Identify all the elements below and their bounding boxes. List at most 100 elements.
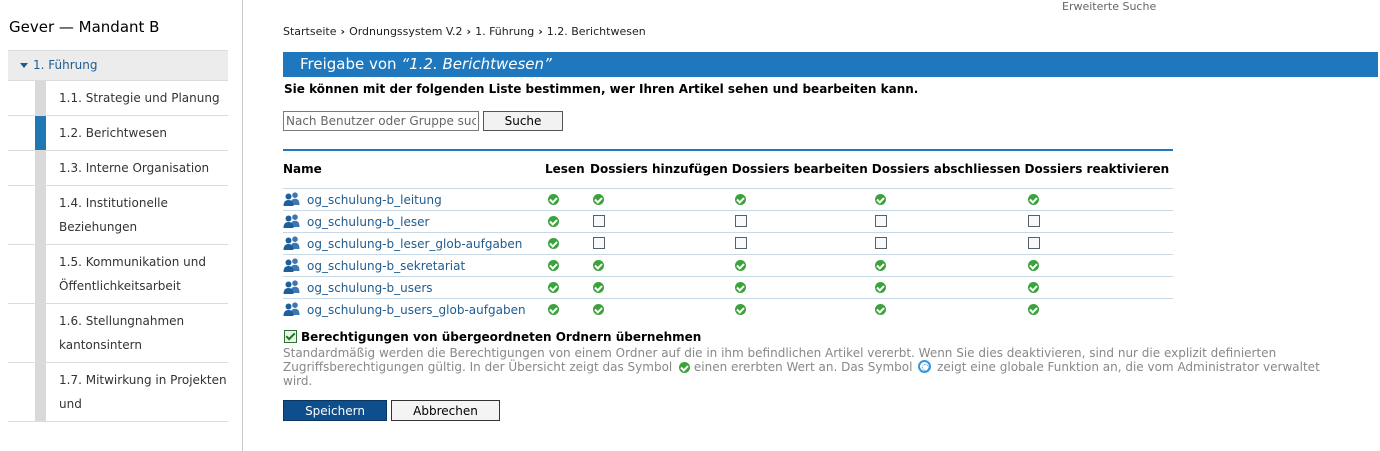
permission-cell-reaktivieren	[1024, 209, 1174, 232]
page-title-item: “1.2. Berichtwesen”	[401, 55, 552, 73]
permission-cell-abschliessen	[871, 253, 1025, 276]
group-name-link[interactable]: og_schulung-b_sekretariat	[307, 259, 465, 273]
permission-cell-reaktivieren	[1024, 187, 1174, 210]
group-name-link[interactable]: og_schulung-b_leitung	[307, 193, 442, 207]
permission-checkbox[interactable]	[593, 215, 605, 227]
nav-indicator	[35, 151, 46, 185]
inherited-check-icon	[1027, 193, 1039, 205]
permission-cell-lesen	[545, 231, 590, 254]
user-group-search-input[interactable]	[283, 111, 479, 131]
nav-item-label: 1.1. Strategie und Planung	[59, 91, 220, 105]
table-row: og_schulung-b_sekretariat	[283, 253, 1174, 276]
permission-cell-hinzufuegen	[590, 275, 732, 298]
breadcrumb-ordnungssystem[interactable]: Ordnungssystem V.2	[349, 25, 462, 38]
inherited-check-icon	[593, 259, 604, 271]
group-icon	[283, 213, 300, 228]
breadcrumb-separator: ›	[538, 25, 543, 38]
permission-cell-reaktivieren	[1024, 297, 1174, 320]
nav-item-strategie[interactable]: 1.1. Strategie und Planung	[8, 81, 228, 116]
breadcrumb: Startseite › Ordnungssystem V.2 › 1. Führung…	[283, 25, 646, 38]
permission-cell-lesen	[545, 253, 590, 276]
search-button[interactable]: Suche	[483, 111, 563, 131]
permission-checkbox[interactable]	[1027, 215, 1040, 227]
inherit-help-text: Standardmäßig werden die Berechtigungen …	[283, 346, 1343, 388]
group-name-link[interactable]: og_schulung-b_users	[307, 281, 433, 295]
inherited-check-icon	[874, 303, 886, 315]
permission-cell-reaktivieren	[1024, 231, 1174, 254]
group-name-link[interactable]: og_schulung-b_users_glob-aufgaben	[307, 303, 526, 317]
group-name-link[interactable]: og_schulung-b_leser_glob-aufgaben	[307, 237, 522, 251]
nav-item-fuehrung[interactable]: 1. Führung	[8, 51, 228, 81]
nav-indicator	[35, 304, 46, 362]
permission-cell-lesen	[545, 187, 590, 210]
group-name-link[interactable]: og_schulung-b_leser	[307, 215, 429, 229]
group-name-cell: og_schulung-b_leitung	[283, 187, 545, 210]
advanced-search-link[interactable]: Erweiterte Suche	[1062, 0, 1156, 13]
nav-item-label: 1.4. Institutionelle Beziehungen	[59, 196, 168, 234]
inherited-check-icon	[548, 193, 559, 205]
group-icon	[283, 235, 300, 250]
permission-cell-hinzufuegen	[590, 209, 732, 232]
permission-cell-bearbeiten	[731, 275, 872, 298]
inherited-check-icon	[734, 303, 746, 315]
inherited-check-icon	[593, 193, 604, 205]
nav-item-kommunikation[interactable]: 1.5. Kommunikation und Öffentlichkeitsar…	[8, 245, 228, 304]
nav-item-stellungnahmen[interactable]: 1.6. Stellungnahmen kantonsintern	[8, 304, 228, 363]
group-icon	[283, 302, 300, 316]
column-header-bearbeiten: Dossiers bearbeiten	[731, 162, 868, 177]
inherit-permissions-checkbox[interactable]	[284, 330, 297, 343]
inherited-check-icon	[874, 259, 886, 271]
permission-checkbox[interactable]	[874, 237, 887, 249]
table-header-row: Name Lesen Dossiers hinzufügen Dossiers …	[283, 150, 1173, 188]
nav-item-label: 1.7. Mitwirkung in Projekten und	[59, 373, 227, 411]
nav-item-institutionelle-beziehungen[interactable]: 1.4. Institutionelle Beziehungen	[8, 186, 228, 245]
nav-item-mitwirkung[interactable]: 1.7. Mitwirkung in Projekten und	[8, 363, 228, 422]
inherited-check-icon	[548, 237, 559, 249]
permission-cell-hinzufuegen	[590, 231, 732, 254]
inherited-check-icon	[874, 193, 886, 205]
permissions-table: Name Lesen Dossiers hinzufügen Dossiers …	[283, 149, 1174, 320]
breadcrumb-separator: ›	[340, 25, 346, 38]
sidebar: Gever — Mandant B 1. Führung 1.1. Strate…	[0, 0, 243, 451]
inherit-permissions-label: Berechtigungen von übergeordneten Ordner…	[301, 330, 702, 344]
nav-item-interne-organisation[interactable]: 1.3. Interne Organisation	[8, 151, 228, 186]
nav-item-label: 1.3. Interne Organisation	[59, 161, 210, 175]
caret-down-icon[interactable]	[20, 63, 28, 68]
save-button[interactable]: Speichern	[283, 400, 387, 421]
permission-checkbox[interactable]	[1027, 237, 1040, 249]
breadcrumb-home[interactable]: Startseite	[283, 25, 337, 38]
nav-item-berichtwesen[interactable]: 1.2. Berichtwesen	[8, 116, 228, 151]
permission-cell-lesen	[545, 275, 590, 298]
group-name-cell: og_schulung-b_users	[283, 275, 545, 298]
permission-checkbox[interactable]	[874, 215, 887, 227]
column-header-abschliessen: Dossiers abschliessen	[871, 162, 1021, 177]
page-title: Freigabe von “1.2. Berichtwesen”	[300, 55, 552, 73]
nav-active-indicator	[35, 116, 46, 150]
inherited-check-icon	[734, 281, 746, 293]
inherit-permissions[interactable]: Berechtigungen von übergeordneten Ordner…	[284, 330, 701, 344]
inherited-check-icon	[679, 362, 691, 373]
inherited-check-icon	[593, 303, 604, 315]
group-name-cell: og_schulung-b_leser_glob-aufgaben	[283, 231, 545, 254]
inherited-check-icon	[874, 281, 886, 293]
permission-checkbox[interactable]	[734, 237, 747, 249]
cancel-button[interactable]: Abbrechen	[391, 400, 500, 421]
nav-tree: 1. Führung 1.1. Strategie und Planung 1.…	[8, 50, 228, 422]
permission-cell-abschliessen	[871, 209, 1025, 232]
nav-indicator	[35, 186, 46, 244]
permission-cell-lesen	[545, 297, 590, 320]
column-header-lesen: Lesen	[545, 162, 585, 177]
global-role-icon	[918, 360, 932, 373]
breadcrumb-fuehrung[interactable]: 1. Führung	[475, 25, 534, 38]
permission-cell-bearbeiten	[731, 231, 872, 254]
permission-checkbox[interactable]	[593, 237, 605, 249]
permissions-table-body: og_schulung-b_leitung og_schulung-b_leser…	[283, 187, 1174, 320]
permission-checkbox[interactable]	[734, 215, 747, 227]
nav-item-label: 1.5. Kommunikation und Öffentlichkeitsar…	[59, 255, 206, 293]
permission-cell-reaktivieren	[1024, 253, 1174, 276]
permission-cell-abschliessen	[871, 231, 1025, 254]
table-row: og_schulung-b_users_glob-aufgaben	[283, 297, 1174, 320]
permission-cell-hinzufuegen	[590, 253, 732, 276]
table-row: og_schulung-b_leser_glob-aufgaben	[283, 231, 1174, 254]
site-title[interactable]: Gever — Mandant B	[9, 18, 159, 36]
